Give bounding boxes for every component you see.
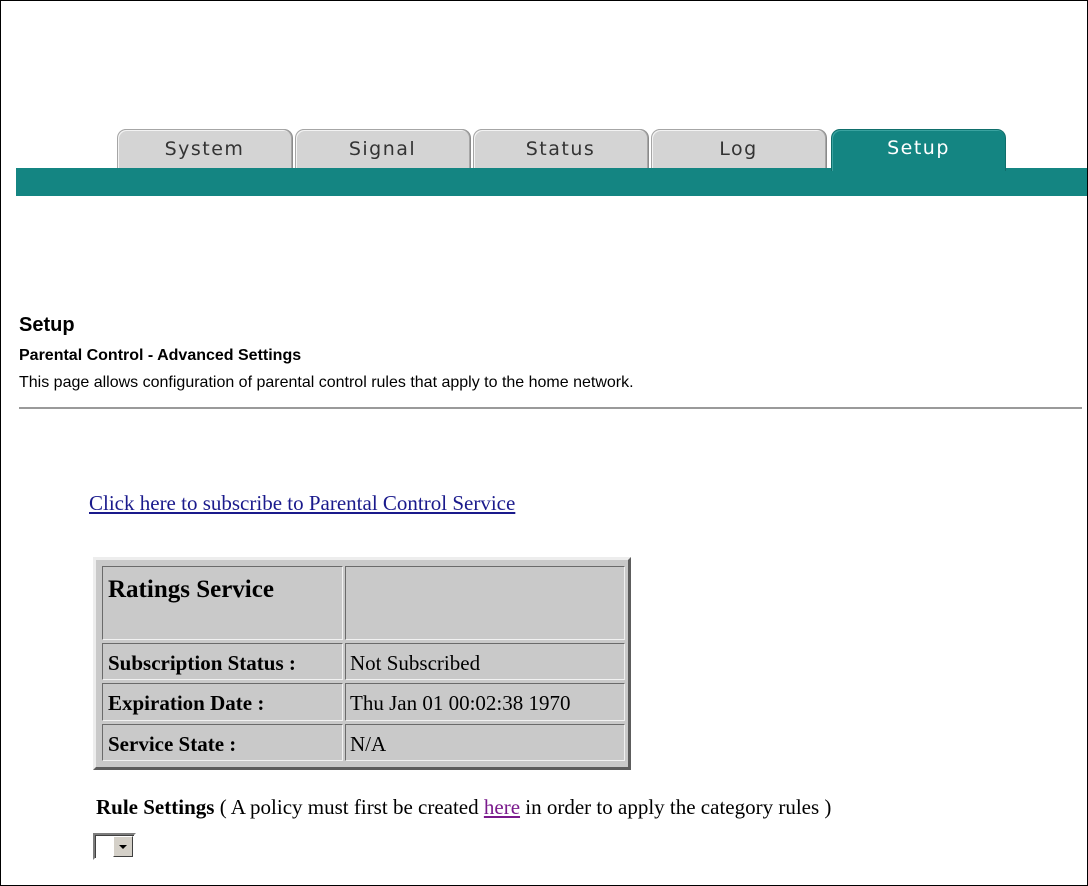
expiration-date-value: Thu Jan 01 00:02:38 1970 xyxy=(350,691,571,715)
ratings-header: Ratings Service xyxy=(108,576,274,603)
divider xyxy=(19,407,1082,409)
subscribe-link[interactable]: Click here to subscribe to Parental Cont… xyxy=(89,491,515,516)
dropdown-arrow-icon[interactable] xyxy=(113,836,133,857)
service-state-value: N/A xyxy=(350,732,387,756)
subscription-status-value-cell: Not Subscribed xyxy=(345,643,625,680)
tab-status[interactable]: Status xyxy=(473,129,648,169)
tab-setup[interactable]: Setup xyxy=(831,129,1006,171)
tab-signal[interactable]: Signal xyxy=(295,129,470,169)
policy-select[interactable] xyxy=(93,833,136,860)
rule-settings-note-start: ( A policy must first be created xyxy=(214,795,484,819)
ratings-service-table: Ratings Service Subscription Status : No… xyxy=(93,557,631,770)
ratings-header-cell: Ratings Service xyxy=(102,566,343,640)
create-policy-link[interactable]: here xyxy=(484,795,520,819)
tab-bar xyxy=(16,168,1087,196)
expiration-date-value-cell: Thu Jan 01 00:02:38 1970 xyxy=(345,683,625,721)
ratings-header-empty-cell xyxy=(345,566,625,640)
tab-system[interactable]: System xyxy=(117,129,292,169)
service-state-label-cell: Service State : xyxy=(102,724,343,761)
subscription-status-value: Not Subscribed xyxy=(350,651,481,675)
rule-settings-note-end: in order to apply the category rules ) xyxy=(520,795,832,819)
page-subtitle: Parental Control - Advanced Settings xyxy=(19,347,302,364)
subscription-status-label-cell: Subscription Status : xyxy=(102,643,343,680)
page-frame: System Signal Status Log Setup Setup Par… xyxy=(0,0,1088,886)
expiration-date-label: Expiration Date : xyxy=(108,691,265,715)
expiration-date-label-cell: Expiration Date : xyxy=(102,683,343,721)
page-description: This page allows configuration of parent… xyxy=(19,374,634,391)
subscription-status-label: Subscription Status : xyxy=(108,651,296,675)
page-title: Setup xyxy=(19,314,75,336)
tab-log[interactable]: Log xyxy=(651,129,826,169)
rule-settings-line: Rule Settings ( A policy must first be c… xyxy=(96,795,831,820)
service-state-label: Service State : xyxy=(108,732,237,756)
service-state-value-cell: N/A xyxy=(345,724,625,761)
rule-settings-label: Rule Settings xyxy=(96,795,215,819)
